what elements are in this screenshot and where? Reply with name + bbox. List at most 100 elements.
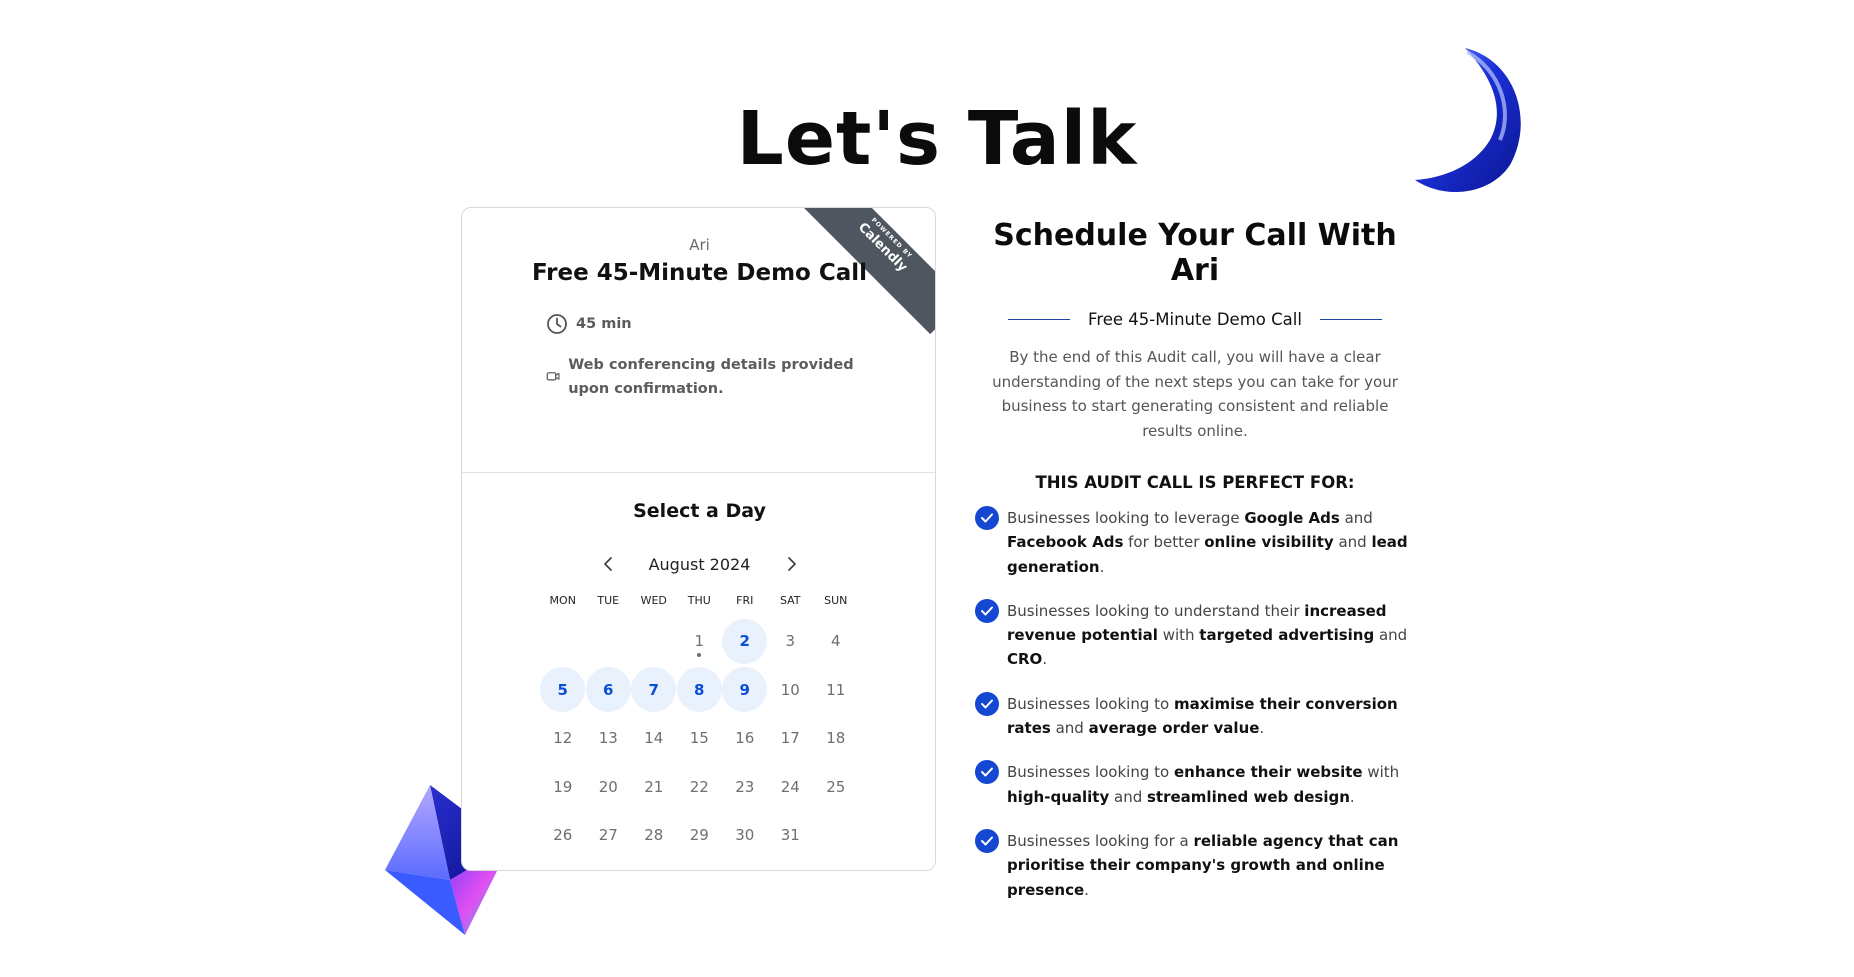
calendar-empty-cell <box>540 619 585 664</box>
subtitle-line-right <box>1319 319 1382 320</box>
benefit-text-segment: . <box>1042 650 1048 669</box>
card-divider <box>462 472 935 473</box>
calendar-day-available[interactable]: 8 <box>676 667 722 713</box>
clock-icon <box>547 314 567 334</box>
subtitle-row: Free 45-Minute Demo Call <box>975 310 1415 329</box>
calendar-day: 19 <box>553 777 573 796</box>
check-circle-icon <box>975 598 999 623</box>
benefit-text-segment: with <box>1157 626 1200 645</box>
page-title: Let's Talk <box>736 96 1138 182</box>
duration-detail: 45 min <box>546 312 632 336</box>
schedule-title: Schedule Your Call With Ari <box>993 218 1397 288</box>
calendar-day: 31 <box>780 826 800 845</box>
benefit-item: Businesses looking to enhance their webs… <box>975 760 1450 809</box>
calendar-day: 12 <box>553 729 573 748</box>
benefit-text-segment: and <box>1333 533 1372 552</box>
calendar-day: 24 <box>780 777 800 796</box>
weekday-label: TUE <box>597 594 620 607</box>
duration-text: 45 min <box>576 316 632 332</box>
calendar-week-row: 5 6 7 8 9 10 11 <box>540 666 860 715</box>
calendar-day-available[interactable]: 6 <box>585 667 631 713</box>
calendar-day-available[interactable]: 9 <box>722 667 768 713</box>
calendar-day-available[interactable]: 2 <box>722 618 768 664</box>
calendly-widget: POWERED BY Calendly Ari Free 45-Minute D… <box>461 207 936 871</box>
benefit-text: Businesses looking to maximise their con… <box>1007 692 1439 741</box>
calendar-day: 30 <box>735 826 755 845</box>
calendar-day: 16 <box>735 729 755 748</box>
calendar-day: 23 <box>735 777 755 796</box>
check-circle-icon <box>975 506 999 530</box>
benefit-text: Businesses looking for a reliable agency… <box>1007 829 1439 902</box>
benefit-text-segment: Businesses looking to leverage <box>1007 509 1245 527</box>
calendar-weeks: 1 2 3 4 5 6 7 8 9 10 11 12 13 14 15 16 17 18 19 20 21 22 23 24 2… <box>540 617 860 860</box>
calendar-day: 1 <box>677 619 722 664</box>
chevron-right-icon <box>787 557 796 571</box>
benefit-item: Businesses looking to understand their i… <box>975 598 1450 672</box>
calendar-day: 25 <box>826 777 846 796</box>
calendar-grid: MON TUE WED THU FRI SAT SUN 1 2 3 4 5 6 7 8 9 10 11 12 13 1… <box>540 594 860 860</box>
calendar-day: 11 <box>826 680 846 699</box>
weekday-label: THU <box>687 594 711 607</box>
select-day-heading: Select a Day <box>633 500 766 522</box>
weekday-label: MON <box>549 594 576 607</box>
calendar-day: 20 <box>598 777 618 796</box>
benefit-text-segment: and <box>1374 626 1408 645</box>
calendar-day-available[interactable]: 5 <box>540 667 586 713</box>
benefit-text-segment: Businesses looking to <box>1007 694 1174 713</box>
calendar-day: 27 <box>598 826 618 845</box>
weekday-label: SAT <box>779 594 801 607</box>
weekday-label: FRI <box>736 594 754 607</box>
decorative-ring-shape <box>1415 48 1521 192</box>
benefit-highlight: streamlined web design <box>1147 787 1350 806</box>
calendar-day-available[interactable]: 7 <box>631 667 677 713</box>
calendar-empty-cell <box>586 619 631 664</box>
benefit-text-segment: and <box>1339 509 1373 527</box>
weekday-label: SUN <box>824 594 848 607</box>
conferencing-detail: Web conferencing details provided upon c… <box>546 353 856 401</box>
benefit-text-segment: Businesses looking to understand their <box>1007 601 1305 620</box>
conferencing-text: Web conferencing details provided upon c… <box>568 357 854 397</box>
host-name: Ari <box>689 236 710 254</box>
current-month-label: August 2024 <box>648 554 751 574</box>
calendar-week-row: 26 27 28 29 30 31 <box>540 811 860 860</box>
benefit-text-segment: Businesses looking for a <box>1007 831 1194 850</box>
schedule-info-panel: Schedule Your Call With Ari Free 45-Minu… <box>975 218 1450 922</box>
benefit-highlight: CRO <box>1007 650 1043 669</box>
calendar-day: 15 <box>689 729 709 748</box>
benefit-highlight: enhance their website <box>1173 763 1363 782</box>
benefit-list: Businesses looking to leverage Google Ad… <box>975 506 1450 902</box>
next-month-button[interactable] <box>775 548 807 580</box>
calendar-day: 3 <box>785 632 796 651</box>
check-circle-icon <box>975 691 999 716</box>
benefit-text: Businesses looking to understand their i… <box>1007 599 1439 672</box>
benefit-highlight: average order value <box>1088 719 1260 738</box>
benefit-item: Businesses looking to leverage Google Ad… <box>975 506 1450 579</box>
benefit-text-segment: and <box>1050 719 1089 738</box>
benefit-highlight: high-quality <box>1007 787 1110 806</box>
check-circle-icon <box>975 828 999 853</box>
calendar-day: 17 <box>780 729 800 748</box>
benefit-text-segment: . <box>1099 557 1105 576</box>
calendar-week-row: 19 20 21 22 23 24 25 <box>540 763 860 812</box>
calendar-day: 18 <box>826 729 846 748</box>
calendar-empty-cell <box>631 619 676 664</box>
event-title: Free 45-Minute Demo Call <box>531 260 868 286</box>
benefit-text: Businesses looking to enhance their webs… <box>1007 760 1439 809</box>
calendar-day: 13 <box>598 729 618 748</box>
chevron-left-icon <box>603 557 612 571</box>
month-navigation: August 2024 <box>462 548 935 580</box>
calendar-day: 10 <box>780 680 800 699</box>
benefit-text-segment: . <box>1259 719 1265 738</box>
benefit-text: Businesses looking to leverage Google Ad… <box>1007 506 1439 579</box>
calendar-day: 22 <box>689 777 709 796</box>
weekday-label: WED <box>640 594 667 607</box>
benefit-highlight: targeted advertising <box>1199 626 1375 645</box>
benefit-highlight: Google Ads <box>1244 509 1340 527</box>
calendar-day: 14 <box>644 729 664 748</box>
benefit-text-segment: with <box>1362 763 1400 782</box>
benefit-text-segment: Businesses looking to <box>1007 763 1174 782</box>
previous-month-button[interactable] <box>593 548 625 580</box>
calendar-day: 29 <box>689 826 709 845</box>
calendar-day: 28 <box>644 826 664 845</box>
benefit-text-segment: for better <box>1123 533 1205 552</box>
